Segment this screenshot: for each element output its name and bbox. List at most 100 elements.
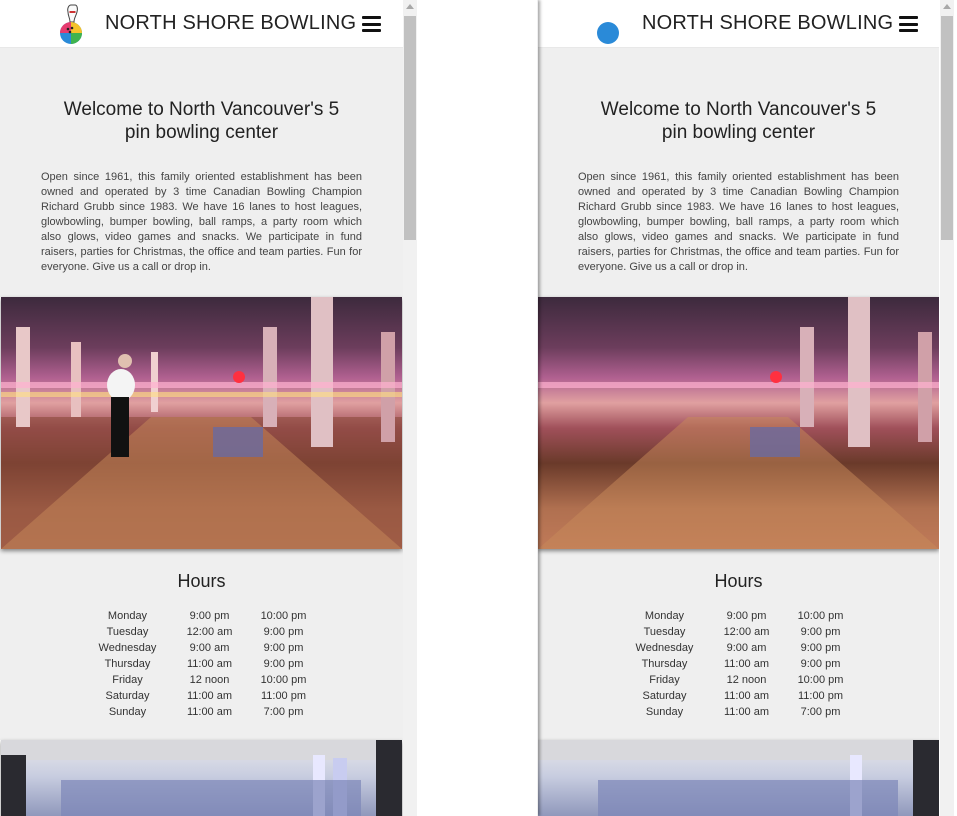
intro-heading: Welcome to North Vancouver's 5 pin bowli… [63,99,340,143]
bowler-photo [1,297,402,549]
site-title[interactable]: NORTH SHORE BOWLING [105,12,356,35]
hours-open-cell: 9:00 pm [726,610,767,622]
hamburger-menu-icon[interactable] [899,16,918,32]
alley-photo [538,740,939,816]
hours-day-cell: Saturday [105,690,150,702]
intro-heading: Welcome to North Vancouver's 5 pin bowli… [600,99,877,143]
hamburger-menu-icon[interactable] [362,16,381,32]
hours-row: Wednesday 9:00 am 9:00 pm [619,640,859,656]
hours-heading: Hours [177,571,226,591]
hours-row: Sunday 11:00 am 7:00 pm [82,704,322,720]
hamburger-bar [362,29,381,32]
hours-row: Saturday 11:00 am 11:00 pm [619,688,859,704]
hours-close-cell: 9:00 pm [800,642,841,654]
hours-open-cell: 12 noon [726,674,767,686]
hours-row: Monday 9:00 pm 10:00 pm [82,608,322,624]
mobile-view-closed: NORTH SHORE BOWLING Welcome to North Van… [0,0,417,816]
hours-open-cell: 12 noon [189,674,230,686]
hamburger-bar [899,22,918,26]
hours-section: Hours Monday 9:00 pm 10:00 pm Tuesday 12:00 … [537,549,939,740]
hours-row: Sunday 11:00 am 7:00 pm [619,704,859,720]
viewport: NORTH SHORE BOWLING Welcome to North Van… [0,0,403,816]
hours-open-cell: 11:00 am [723,706,770,718]
hours-open-cell: 11:00 am [723,690,770,702]
hours-close-cell: 9:00 pm [800,658,841,670]
hours-open-cell: 11:00 am [186,690,233,702]
hamburger-bar [899,16,918,19]
hours-close-cell: 11:00 pm [260,690,307,702]
bowling-pin-logo-icon[interactable] [592,3,626,45]
hours-row: Friday 12 noon 10:00 pm [82,672,322,688]
hours-close-cell: 9:00 pm [263,642,304,654]
hours-day-cell: Friday [649,674,680,686]
page-content: NORTH SHORE BOWLING Welcome to North Van… [0,0,403,816]
hours-day-cell: Saturday [642,690,687,702]
hours-close-cell: 9:00 pm [800,626,841,638]
hours-day-cell: Wednesday [98,642,157,654]
hours-row: Tuesday 12:00 am 9:00 pm [82,624,322,640]
scrollbar-thumb[interactable] [941,16,953,240]
hours-row: Monday 9:00 pm 10:00 pm [619,608,859,624]
hours-close-cell: 10:00 pm [260,610,307,622]
bowling-pin-logo-icon[interactable] [55,3,89,45]
hamburger-bar [899,29,918,32]
scroll-up-arrow-icon[interactable] [943,4,951,9]
top-bar: NORTH SHORE BOWLING [537,0,939,48]
hours-open-cell: 9:00 pm [189,610,230,622]
hamburger-bar [362,22,381,26]
hours-open-cell: 12:00 am [186,626,233,638]
alley-photo [1,740,402,816]
scroll-up-arrow-icon[interactable] [406,4,414,9]
hours-heading: Hours [714,571,763,591]
nav-list: HOMEHOURSPRICESGLOWING BOWLINGBIRTHDAY P… [537,0,538,343]
site-title[interactable]: NORTH SHORE BOWLING [642,12,893,35]
hours-day-cell: Thursday [104,658,151,670]
intro-section: Welcome to North Vancouver's 5 pin bowli… [0,48,403,297]
hours-close-cell: 10:00 pm [797,610,844,622]
intro-section: Welcome to North Vancouver's 5 pin bowli… [537,48,939,297]
hours-row: Thursday 11:00 am 9:00 pm [619,656,859,672]
hours-close-cell: 10:00 pm [797,674,844,686]
hours-row: Saturday 11:00 am 11:00 pm [82,688,322,704]
hours-open-cell: 9:00 am [726,642,767,654]
viewport: NORTH SHORE BOWLING Welcome to North Van… [537,0,939,816]
hours-open-cell: 11:00 am [723,658,770,670]
hours-close-cell: 7:00 pm [263,706,304,718]
hours-close-cell: 10:00 pm [260,674,307,686]
hours-day-cell: Tuesday [106,626,149,638]
hours-day-cell: Wednesday [635,642,694,654]
hours-day-cell: Monday [644,610,685,622]
hours-table: Monday 9:00 pm 10:00 pm Tuesday 12:00 am 9:00… [82,608,322,720]
hours-table: Monday 9:00 pm 10:00 pm Tuesday 12:00 am 9:00… [619,608,859,720]
mobile-view-menu-open: NORTH SHORE BOWLING Welcome to North Van… [537,0,957,816]
hours-day-cell: Thursday [641,658,688,670]
vertical-scrollbar[interactable] [403,0,417,816]
hours-day-cell: Sunday [645,706,684,718]
vertical-scrollbar[interactable] [940,0,954,816]
hours-day-cell: Monday [107,610,148,622]
divider-gap [417,0,537,816]
intro-body: Open since 1961, this family oriented es… [578,171,899,273]
hours-open-cell: 11:00 am [186,706,233,718]
nav-drawer: HOMEHOURSPRICESGLOWING BOWLINGBIRTHDAY P… [537,0,538,816]
hours-close-cell: 7:00 pm [800,706,841,718]
hours-day-cell: Tuesday [643,626,686,638]
hours-close-cell: 11:00 pm [797,690,844,702]
hours-open-cell: 9:00 am [189,642,230,654]
hours-row: Friday 12 noon 10:00 pm [619,672,859,688]
hours-close-cell: 9:00 pm [263,658,304,670]
hours-row: Wednesday 9:00 am 9:00 pm [82,640,322,656]
hours-open-cell: 12:00 am [723,626,770,638]
scrollbar-thumb[interactable] [404,16,416,240]
bowler-photo [538,297,939,549]
hours-day-cell: Friday [112,674,143,686]
intro-body: Open since 1961, this family oriented es… [41,171,362,273]
hours-section: Hours Monday 9:00 pm 10:00 pm Tuesday 12:00 … [0,549,403,740]
hours-open-cell: 11:00 am [186,658,233,670]
hours-row: Tuesday 12:00 am 9:00 pm [619,624,859,640]
hours-day-cell: Sunday [108,706,147,718]
hours-row: Thursday 11:00 am 9:00 pm [82,656,322,672]
page-content: NORTH SHORE BOWLING Welcome to North Van… [537,0,939,816]
hours-close-cell: 9:00 pm [263,626,304,638]
top-bar: NORTH SHORE BOWLING [0,0,403,48]
